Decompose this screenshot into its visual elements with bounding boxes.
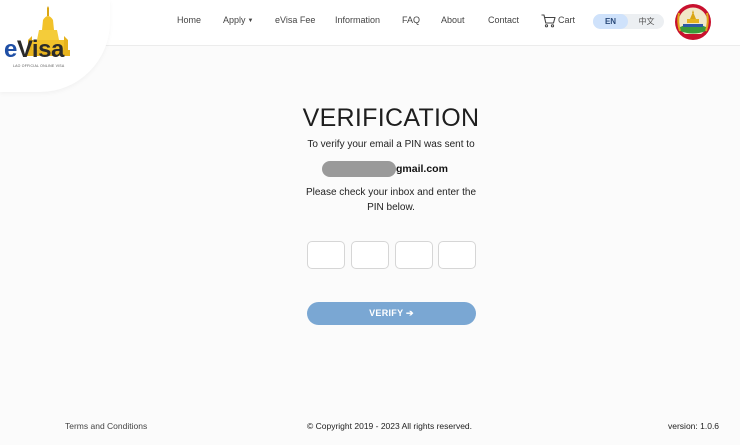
email-redaction <box>322 161 396 177</box>
cart-icon[interactable] <box>541 14 556 28</box>
check-inbox-message: Please check your inbox and enter the PI… <box>305 187 477 213</box>
verify-button[interactable]: VERIFY ➔ <box>307 302 476 325</box>
pin-digit-1[interactable] <box>307 241 345 269</box>
email-domain: gmail.com <box>396 163 448 175</box>
nav-apply-label: Apply <box>223 15 246 25</box>
nav-contact[interactable]: Contact <box>488 15 519 25</box>
language-switch: EN 中文 <box>593 14 664 29</box>
brand-tagline: LAO OFFICIAL ONLINE VISA <box>13 64 65 68</box>
pin-digit-4[interactable] <box>438 241 476 269</box>
pin-digit-3[interactable] <box>395 241 433 269</box>
nav-apply[interactable]: Apply ▼ <box>223 15 253 25</box>
page-title: VERIFICATION <box>302 104 480 132</box>
copyright-text: © Copyright 2019 - 2023 All rights reser… <box>307 421 473 431</box>
nav-about[interactable]: About <box>441 15 465 25</box>
nav-cart[interactable]: Cart <box>558 15 575 25</box>
pin-digit-2[interactable] <box>351 241 389 269</box>
lang-en-button[interactable]: EN <box>593 14 628 29</box>
caret-down-icon: ▼ <box>247 18 254 24</box>
lang-zh-button[interactable]: 中文 <box>629 14 664 29</box>
logo-area[interactable]: eVisa LAO OFFICIAL ONLINE VISA <box>0 0 110 92</box>
terms-link[interactable]: Terms and Conditions <box>65 421 147 431</box>
nav-home[interactable]: Home <box>177 15 201 25</box>
brand-wordmark: eVisa <box>4 36 64 63</box>
nav-faq[interactable]: FAQ <box>402 15 420 25</box>
nav-evisa-fee[interactable]: eVisa Fee <box>275 15 315 25</box>
nav-information[interactable]: Information <box>335 15 380 25</box>
pin-sent-message: To verify your email a PIN was sent to <box>307 139 475 150</box>
lao-emblem-icon <box>675 4 711 40</box>
version-text: version: 1.0.6 <box>668 421 720 431</box>
